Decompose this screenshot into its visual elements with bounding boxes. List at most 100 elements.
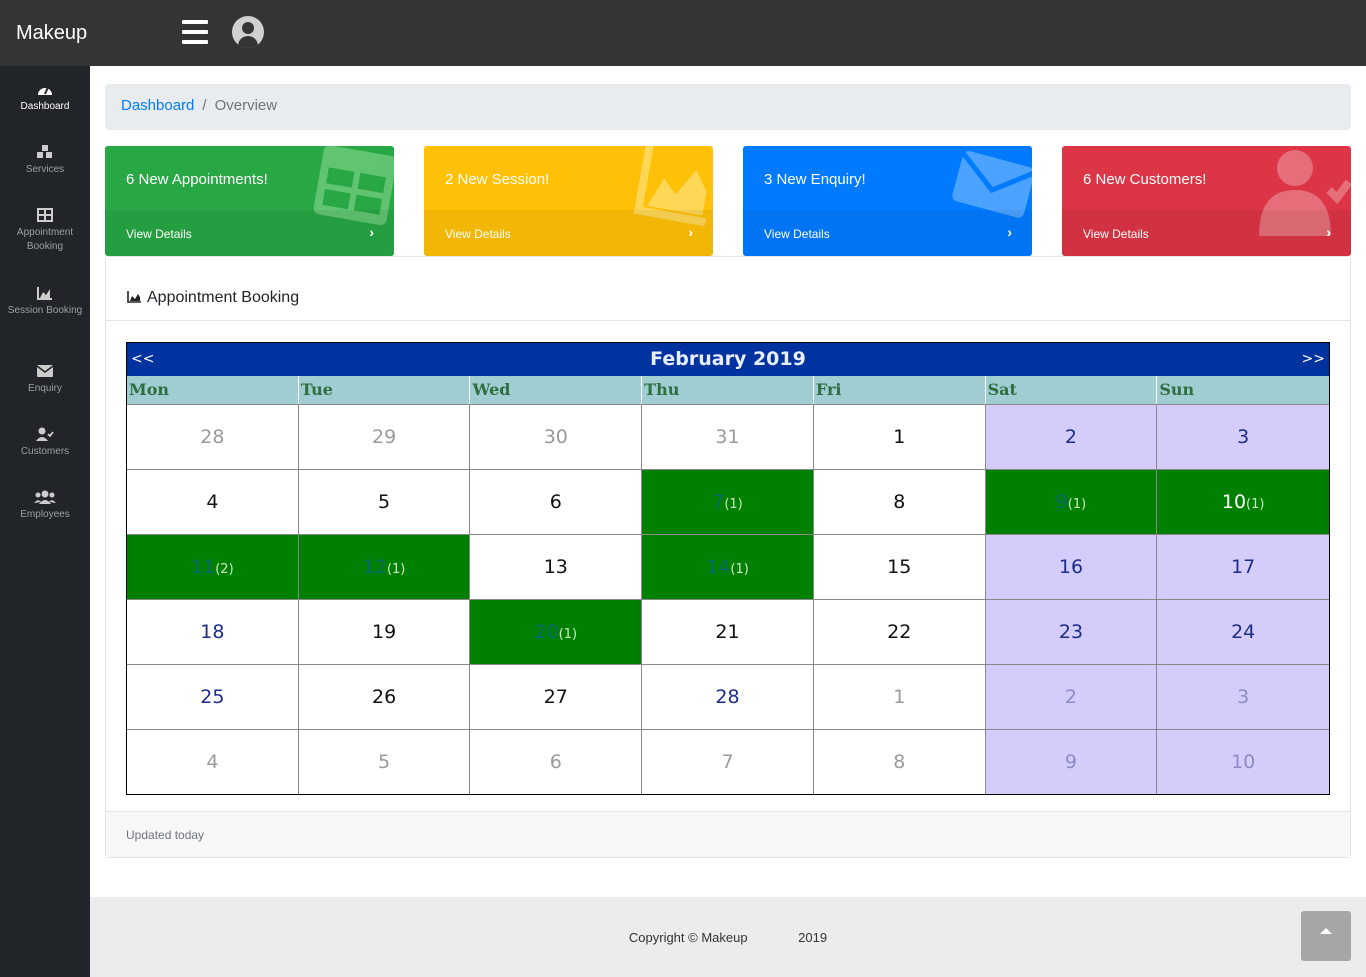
- calendar-day[interactable]: 28: [642, 664, 814, 729]
- day-number: 4: [206, 751, 219, 773]
- calendar-day[interactable]: 16: [985, 534, 1158, 599]
- calendar-day[interactable]: 5: [298, 729, 471, 794]
- calendar-day[interactable]: 10(1): [1157, 469, 1330, 534]
- view-details-link[interactable]: View Details ›: [1062, 210, 1351, 256]
- panel-title: Appointment Booking: [147, 289, 300, 306]
- day-number: 3: [1237, 686, 1250, 708]
- calendar-day[interactable]: 4: [127, 729, 299, 794]
- sidebar-item-enquiry[interactable]: Enquiry: [0, 364, 90, 396]
- panel-footer: Updated today: [106, 811, 1350, 857]
- day-number: 12: [362, 556, 387, 578]
- card-new-customers: 6 New Customers! View Details ›: [1062, 146, 1351, 256]
- calendar-day[interactable]: 21: [642, 599, 814, 664]
- breadcrumb-current: Overview: [214, 97, 278, 114]
- day-number: 2: [1064, 686, 1077, 708]
- calendar-day[interactable]: 19: [298, 599, 471, 664]
- booking-count: (1): [386, 562, 406, 577]
- view-details-link[interactable]: View Details ›: [424, 210, 713, 256]
- calendar-day[interactable]: 20(1): [470, 599, 643, 664]
- sidebar-item-dashboard[interactable]: Dashboard: [0, 82, 90, 114]
- next-month-button[interactable]: >>: [1302, 351, 1325, 367]
- calendar-day[interactable]: 2: [985, 404, 1158, 469]
- calendar-day[interactable]: 31: [642, 404, 814, 469]
- calendar-day[interactable]: 6: [470, 729, 643, 794]
- sidebar-item-session-booking[interactable]: Session Booking: [0, 286, 90, 318]
- calendar-day[interactable]: 15: [813, 534, 986, 599]
- day-number: 1: [893, 686, 906, 708]
- day-number: 1: [893, 426, 906, 448]
- calendar-day[interactable]: 18: [127, 599, 299, 664]
- day-number: 7: [721, 751, 734, 773]
- day-number: 29: [371, 426, 397, 448]
- view-details-link[interactable]: View Details ›: [743, 210, 1032, 256]
- weekday-wed: Wed: [470, 376, 643, 404]
- calendar-day[interactable]: 6: [470, 469, 643, 534]
- scroll-to-top-button[interactable]: [1301, 911, 1351, 961]
- calendar-day[interactable]: 9: [985, 729, 1158, 794]
- calendar-day[interactable]: 1: [813, 664, 986, 729]
- day-number: 11: [191, 556, 216, 578]
- calendar-day[interactable]: 9(1): [985, 469, 1158, 534]
- calendar-day[interactable]: 2: [985, 664, 1158, 729]
- calendar-day[interactable]: 24: [1157, 599, 1330, 664]
- calendar-day[interactable]: 22: [813, 599, 986, 664]
- day-number: 16: [1058, 556, 1084, 578]
- calendar-week-row: 25 26 27 28 1 2 3: [127, 664, 1330, 729]
- calendar-day[interactable]: 10: [1157, 729, 1330, 794]
- view-details-link[interactable]: View Details ›: [105, 210, 394, 256]
- calendar-day[interactable]: 29: [298, 404, 471, 469]
- calendar-day[interactable]: 3: [1157, 664, 1330, 729]
- calendar-day[interactable]: 27: [470, 664, 643, 729]
- day-number: 6: [549, 751, 562, 773]
- brand-title[interactable]: Makeup: [16, 22, 87, 45]
- booking-count: (1): [558, 627, 578, 642]
- envelope-icon: [0, 364, 90, 382]
- calendar-day[interactable]: 23: [985, 599, 1158, 664]
- card-title: 6 New Customers!: [1083, 171, 1207, 188]
- calendar-day[interactable]: 25: [127, 664, 299, 729]
- chevron-right-icon: ›: [369, 224, 374, 240]
- sidebar-item-customers[interactable]: Customers: [0, 427, 90, 459]
- day-number: 30: [543, 426, 568, 448]
- day-number: 13: [543, 556, 568, 578]
- calendar-day[interactable]: 17: [1157, 534, 1330, 599]
- calendar-day[interactable]: 7: [642, 729, 814, 794]
- calendar-day[interactable]: 26: [298, 664, 471, 729]
- calendar-day[interactable]: 3: [1157, 404, 1330, 469]
- calendar-day[interactable]: 12(1): [298, 534, 471, 599]
- area-chart-icon: [127, 291, 141, 303]
- booking-count: (1): [724, 497, 743, 512]
- calendar-day[interactable]: 8: [813, 729, 986, 794]
- day-number: 10: [1231, 751, 1256, 773]
- day-number: 31: [715, 426, 740, 448]
- calendar-month-title: February 2019: [650, 348, 806, 370]
- weekday-thu: Thu: [642, 376, 814, 404]
- calendar-day[interactable]: 8: [813, 469, 986, 534]
- calendar-week-row: 4 5 6 7 8 9 10: [127, 729, 1330, 794]
- calendar-day[interactable]: 5: [298, 469, 471, 534]
- booking-count: (1): [730, 562, 749, 577]
- sidebar-item-services[interactable]: Services: [0, 145, 90, 177]
- sidebar-item-employees[interactable]: Employees: [0, 490, 90, 522]
- calendar-day[interactable]: 28: [127, 404, 299, 469]
- chevron-right-icon: ›: [688, 224, 693, 240]
- day-number: 23: [1058, 621, 1084, 643]
- calendar-day[interactable]: 13: [470, 534, 643, 599]
- calendar: << February 2019 >> Mon Tue Wed Thu Fri Sat Su…: [126, 342, 1330, 795]
- calendar-day[interactable]: 11(2): [127, 534, 299, 599]
- weekday-fri: Fri: [814, 376, 986, 404]
- user-check-icon: [0, 427, 90, 445]
- calendar-day[interactable]: 1: [813, 404, 986, 469]
- calendar-day[interactable]: 4: [127, 469, 299, 534]
- user-avatar-icon[interactable]: [232, 16, 264, 48]
- day-number: 6: [549, 491, 562, 513]
- calendar-week-row: 18 19 20(1) 21 22 23 24: [127, 599, 1330, 664]
- day-number: 28: [715, 686, 740, 708]
- calendar-day[interactable]: 14(1): [642, 534, 814, 599]
- calendar-day[interactable]: 30: [470, 404, 643, 469]
- breadcrumb-dashboard-link[interactable]: Dashboard: [121, 97, 194, 114]
- sidebar-item-appointment-booking[interactable]: Appointment Booking: [0, 208, 90, 254]
- menu-toggle-icon[interactable]: [182, 20, 208, 44]
- day-number: 28: [200, 426, 225, 448]
- calendar-day[interactable]: 7(1): [642, 469, 814, 534]
